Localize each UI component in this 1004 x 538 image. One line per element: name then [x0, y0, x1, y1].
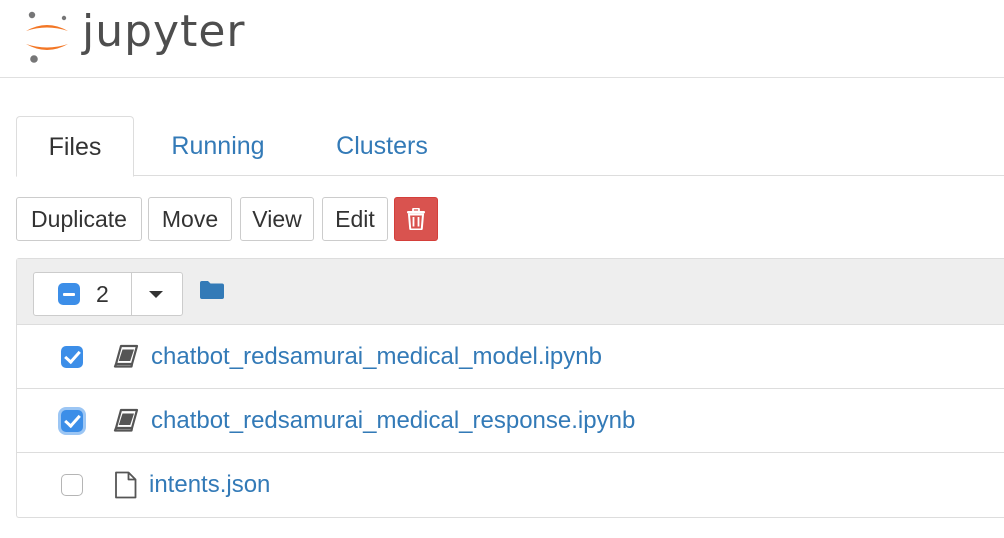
select-all-toggle[interactable]: 2: [34, 273, 132, 315]
tab-running[interactable]: Running: [148, 116, 288, 176]
file-list: 2 chatbot_redsamurai_medical_model.ipynb…: [16, 258, 1004, 518]
header: jupyter: [0, 0, 1004, 78]
caret-down-icon[interactable]: [132, 273, 182, 315]
tab-bar: Files Running Clusters: [16, 116, 1004, 177]
tab-clusters[interactable]: Clusters: [312, 116, 452, 176]
delete-button[interactable]: [394, 197, 438, 241]
logo-text[interactable]: jupyter: [82, 6, 246, 57]
jupyter-logo-icon[interactable]: [22, 8, 74, 64]
notebook-icon: [113, 344, 139, 368]
file-link[interactable]: chatbot_redsamurai_medical_model.ipynb: [151, 325, 602, 389]
move-button[interactable]: Move: [148, 197, 232, 241]
file-icon: [115, 471, 137, 499]
view-button[interactable]: View: [240, 197, 314, 241]
notebook-icon: [113, 408, 139, 432]
tab-files[interactable]: Files: [16, 116, 134, 177]
item-checkbox[interactable]: [61, 346, 83, 368]
list-header: 2: [17, 259, 1004, 325]
trash-icon: [407, 208, 425, 230]
list-item[interactable]: chatbot_redsamurai_medical_response.ipyn…: [17, 389, 1004, 453]
list-item[interactable]: intents.json: [17, 453, 1004, 517]
selected-count: 2: [96, 281, 109, 307]
duplicate-button[interactable]: Duplicate: [16, 197, 142, 241]
file-link[interactable]: intents.json: [149, 453, 270, 517]
item-checkbox[interactable]: [61, 410, 83, 432]
folder-icon[interactable]: [199, 280, 225, 300]
item-checkbox[interactable]: [61, 474, 83, 496]
selection-dropdown[interactable]: 2: [33, 272, 183, 316]
file-link[interactable]: chatbot_redsamurai_medical_response.ipyn…: [151, 389, 635, 453]
select-partial-icon[interactable]: [58, 283, 80, 305]
list-item[interactable]: chatbot_redsamurai_medical_model.ipynb: [17, 325, 1004, 389]
edit-button[interactable]: Edit: [322, 197, 388, 241]
